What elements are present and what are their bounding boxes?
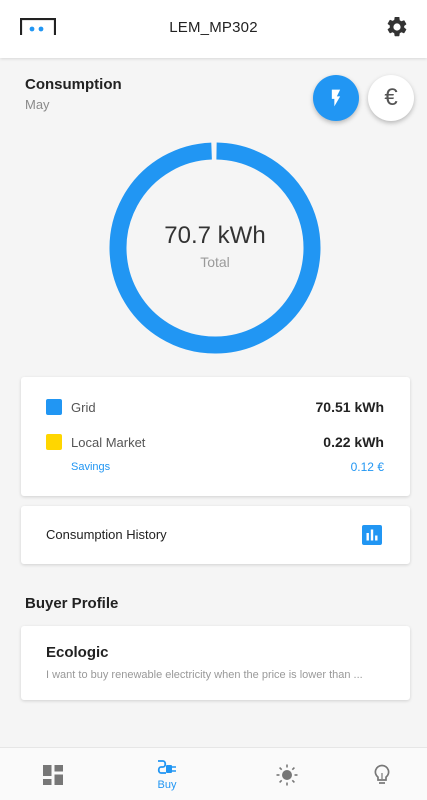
- gear-icon[interactable]: [385, 15, 409, 39]
- profile-description: I want to buy renewable electricity when…: [46, 669, 363, 681]
- buyer-profile-title: Buyer Profile: [25, 595, 119, 612]
- local-market-color-swatch: [46, 434, 62, 450]
- nav-buy-label: Buy: [157, 779, 177, 791]
- grid-color-swatch: [46, 399, 62, 415]
- dashboard-icon: [43, 764, 63, 785]
- lightbulb-icon: [374, 764, 390, 784]
- grid-value: 70.51 kWh: [315, 399, 384, 415]
- bottom-navigation: Buy: [0, 747, 427, 800]
- grid-row: Grid 70.51 kWh: [46, 397, 384, 417]
- euro-icon: €: [384, 84, 398, 111]
- top-bar: LEM_MP302: [0, 0, 427, 58]
- nav-dashboard[interactable]: [0, 748, 106, 800]
- cost-mode-button[interactable]: €: [368, 75, 414, 121]
- plug-icon: [157, 760, 176, 774]
- local-market-row: Local Market 0.22 kWh: [46, 432, 384, 452]
- local-market-label: Local Market: [71, 434, 146, 450]
- energy-mode-button[interactable]: [313, 75, 359, 121]
- sun-icon: [276, 764, 298, 785]
- total-label: Total: [200, 254, 230, 270]
- consumption-history-card[interactable]: Consumption History: [21, 506, 410, 564]
- grid-label: Grid: [71, 399, 96, 415]
- page-title: LEM_MP302: [169, 19, 258, 36]
- nav-tips[interactable]: [329, 748, 427, 800]
- local-market-value: 0.22 kWh: [323, 434, 384, 450]
- nav-buy[interactable]: Buy: [114, 748, 220, 800]
- period-label: May: [25, 97, 50, 112]
- buyer-profile-card[interactable]: Ecologic I want to buy renewable electri…: [21, 626, 410, 700]
- total-consumption-value: 70.7 kWh: [164, 222, 266, 249]
- profile-name: Ecologic: [46, 644, 109, 661]
- nav-produce[interactable]: [234, 748, 340, 800]
- consumption-history-label: Consumption History: [46, 527, 167, 542]
- donut-center: 70.7 kWh Total: [107, 222, 323, 270]
- consumption-title: Consumption: [25, 76, 122, 93]
- savings-label: Savings: [71, 461, 111, 473]
- savings-value: 0.12 €: [350, 460, 384, 474]
- consumption-breakdown-card: Grid 70.51 kWh Local Market 0.22 kWh Sav…: [21, 377, 410, 496]
- bar-chart-icon: [362, 525, 382, 545]
- lightning-icon: [331, 89, 341, 107]
